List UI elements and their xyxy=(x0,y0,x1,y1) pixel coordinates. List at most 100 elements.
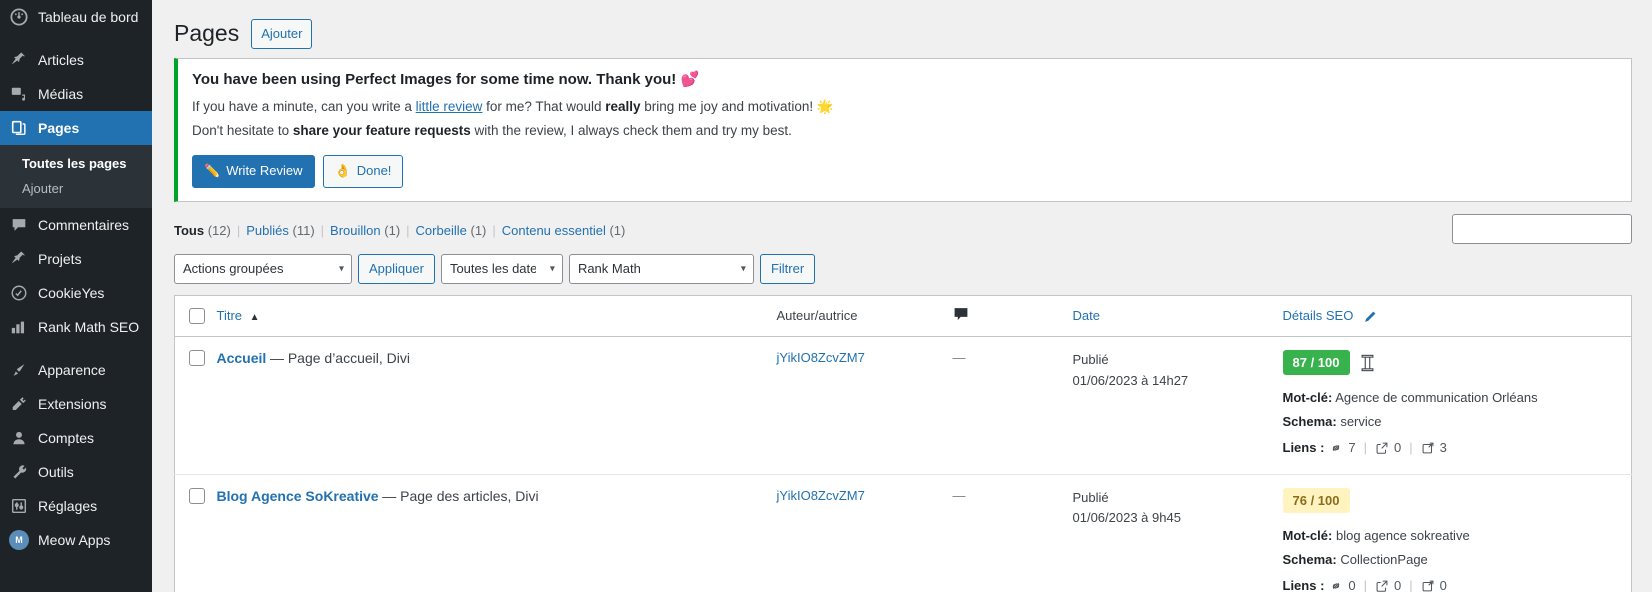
external-links-count: 0 xyxy=(1394,440,1402,456)
submenu-item-all-pages[interactable]: Toutes les pages xyxy=(0,151,152,176)
pencil-icon: ✏️ xyxy=(204,163,221,179)
sidebar-item-dashboard[interactable]: Tableau de bord xyxy=(0,0,152,34)
column-header-date[interactable]: Date xyxy=(1072,295,1273,337)
sidebar-item-pages[interactable]: Pages xyxy=(0,111,152,145)
pillar-content-icon[interactable] xyxy=(1360,354,1375,372)
meow-icon: M xyxy=(9,530,29,550)
row-select-checkbox[interactable] xyxy=(189,350,205,367)
external-links: 0 xyxy=(1375,436,1401,460)
write-review-label: Write Review xyxy=(226,163,303,179)
sidebar-item-tools[interactable]: Outils xyxy=(0,455,152,489)
sidebar-item-comments[interactable]: Commentaires xyxy=(0,208,152,242)
links-label: Liens : xyxy=(1282,578,1325,592)
filter-label[interactable]: Brouillon xyxy=(330,223,381,238)
column-header-comments[interactable] xyxy=(952,295,1073,337)
seo-score-badge[interactable]: 87 / 100 xyxy=(1282,349,1350,376)
write-review-button[interactable]: ✏️ Write Review xyxy=(192,155,315,188)
search-input[interactable] xyxy=(1452,213,1632,244)
page-header: Pages Ajouter xyxy=(174,10,1632,53)
seo-score-badge[interactable]: 76 / 100 xyxy=(1282,487,1350,514)
column-header-seo[interactable]: Détails SEO xyxy=(1272,295,1632,337)
sidebar-item-settings[interactable]: Réglages xyxy=(0,489,152,523)
post-state-label: — Page d’accueil, Divi xyxy=(269,349,410,366)
dashboard-icon xyxy=(9,7,29,27)
table-header-row: Titre ▲ Auteur/autrice Date Détails SEO xyxy=(174,295,1632,337)
sidebar-item-label: Projets xyxy=(38,251,82,267)
add-new-page-button[interactable]: Ajouter xyxy=(251,19,313,49)
filter-separator: | xyxy=(406,222,410,238)
table-row: Accueil — Page d’accueil, Divi jYikIO8Zc… xyxy=(174,336,1632,475)
links-separator: | xyxy=(1363,578,1368,592)
filter-label[interactable]: Contenu essentiel xyxy=(502,223,606,238)
filter-label[interactable]: Corbeille xyxy=(416,223,467,238)
table-row: Blog Agence SoKreative — Page des articl… xyxy=(174,474,1632,592)
filter-button[interactable]: Filtrer xyxy=(759,253,816,284)
dates-select[interactable]: Toutes les dates xyxy=(440,253,563,284)
filter-separator: | xyxy=(320,222,325,238)
notice-heading-text: You have been using Perfect Images for s… xyxy=(192,70,677,88)
sidebar-item-appearance[interactable]: Apparence xyxy=(0,353,152,387)
submenu-item-add-new[interactable]: Ajouter xyxy=(0,176,152,201)
sidebar-item-label: Commentaires xyxy=(38,217,130,233)
comments-count: — xyxy=(952,487,966,503)
seo-keyword-line: Mot-clé: Agence de communication Orléans xyxy=(1283,386,1622,410)
sidebar-item-projects[interactable]: Projets xyxy=(0,242,152,276)
internal-links-count: 7 xyxy=(1348,440,1356,456)
row-title-cell: Accueil — Page d’accueil, Divi xyxy=(216,336,777,475)
row-date-cell: Publié 01/06/2023 à 9h45 xyxy=(1072,474,1273,592)
filter-link-contenu-essentiel[interactable]: Contenu essentiel (1) xyxy=(502,223,626,238)
sidebar-item-users[interactable]: Comptes xyxy=(0,421,152,455)
sidebar-item-plugins[interactable]: Extensions xyxy=(0,387,152,421)
sidebar-item-medias[interactable]: Médias xyxy=(0,77,152,111)
cookie-icon xyxy=(9,283,29,303)
date-value: 01/06/2023 à 14h27 xyxy=(1072,372,1189,388)
link-chain-icon xyxy=(1329,579,1343,592)
status-filter-links: Tous (12) | Publiés (11) | Brouillon (1)… xyxy=(174,223,625,238)
notice-emphasis: share your feature requests xyxy=(292,123,471,139)
edit-pencil-icon[interactable] xyxy=(1363,310,1377,324)
seo-links-line: Liens : 0 | 0 | 0 xyxy=(1283,574,1622,592)
filter-link-brouillon[interactable]: Brouillon (1) xyxy=(330,223,400,238)
filter-link-corbeille[interactable]: Corbeille (1) xyxy=(416,223,487,238)
filter-label[interactable]: Publiés xyxy=(246,223,289,238)
row-select-checkbox[interactable] xyxy=(189,488,205,505)
sidebar-item-cookieyes[interactable]: CookieYes xyxy=(0,276,152,310)
column-date-label: Date xyxy=(1072,308,1100,324)
keyword-value: blog agence sokreative xyxy=(1335,528,1470,544)
filter-link-tous[interactable]: Tous (12) xyxy=(174,223,231,238)
notice-emphasis: really xyxy=(605,98,641,114)
rank-math-select[interactable]: Rank Math xyxy=(568,253,754,284)
done-button[interactable]: 👌 Done! xyxy=(322,155,404,188)
seo-score-row: 76 / 100 xyxy=(1282,487,1622,514)
sidebar-item-articles[interactable]: Articles xyxy=(0,43,152,77)
bulk-actions-select[interactable]: Actions groupées xyxy=(174,253,352,284)
rank-math-wrapper: Rank Math ▾ xyxy=(568,253,754,284)
page-title-link[interactable]: Blog Agence SoKreative xyxy=(217,488,379,504)
date-status: Publié xyxy=(1072,351,1109,367)
apply-button[interactable]: Appliquer xyxy=(358,253,435,284)
column-author-label: Auteur/autrice xyxy=(776,308,858,324)
page-title-link[interactable]: Accueil xyxy=(217,350,267,366)
sidebar-item-rank-math-seo[interactable]: Rank Math SEO xyxy=(0,310,152,344)
date-status: Publié xyxy=(1072,489,1109,505)
little-review-link[interactable]: little review xyxy=(416,99,483,114)
incoming-link-icon xyxy=(1421,441,1435,455)
select-all-checkbox[interactable] xyxy=(189,308,205,325)
schema-label: Schema: xyxy=(1282,552,1337,568)
seo-meta: Mot-clé: Agence de communication Orléans… xyxy=(1283,386,1622,460)
sidebar-item-label: Tableau de bord xyxy=(38,9,139,25)
page-title: Pages xyxy=(174,20,240,46)
external-link-icon xyxy=(1375,441,1389,455)
notice-text: If you have a minute, can you write a xyxy=(192,98,416,114)
table-head: Titre ▲ Auteur/autrice Date Détails SEO xyxy=(174,295,1632,337)
seo-score-row: 87 / 100 xyxy=(1282,349,1622,376)
column-title-label: Titre xyxy=(216,308,243,324)
sidebar-item-meow-apps[interactable]: M Meow Apps xyxy=(0,523,152,557)
hearts-icon: 💕 xyxy=(680,70,700,88)
seo-keyword-line: Mot-clé: blog agence sokreative xyxy=(1283,524,1622,548)
column-header-title[interactable]: Titre ▲ xyxy=(216,295,777,337)
rankmath-icon xyxy=(9,317,29,337)
filter-link-publies[interactable]: Publiés (11) xyxy=(246,223,314,238)
author-link[interactable]: jYikIO8ZcvZM7 xyxy=(777,488,865,503)
author-link[interactable]: jYikIO8ZcvZM7 xyxy=(777,350,865,365)
